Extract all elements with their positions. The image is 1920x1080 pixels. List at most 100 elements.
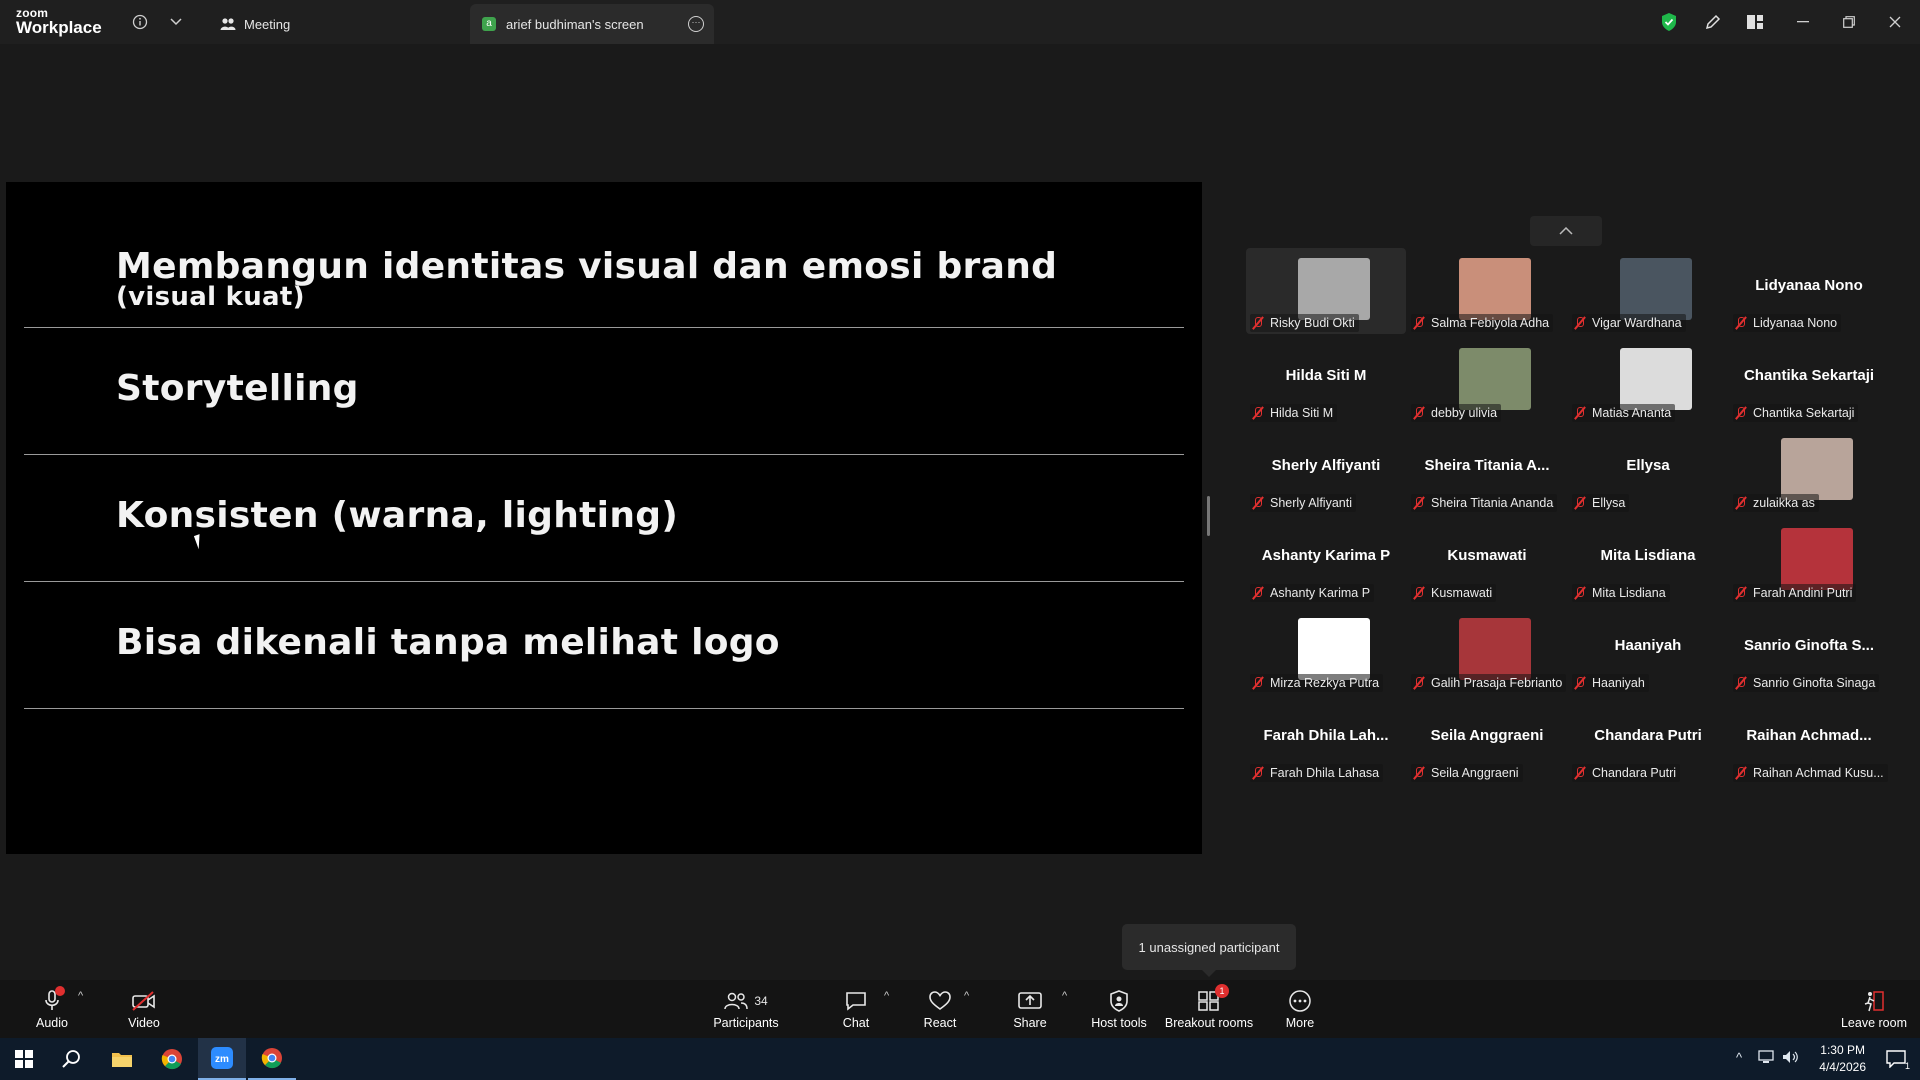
more-options-icon[interactable]: ··· (688, 16, 704, 32)
slide-row: Konsisten (warna, lighting) (24, 455, 1184, 582)
tab-screen-label: arief budhiman's screen (506, 16, 644, 32)
participant-tile[interactable]: Chandara Putri Chandara Putri (1568, 698, 1728, 784)
breakout-rooms-button[interactable]: 1 Breakout rooms (1164, 980, 1254, 1038)
participant-tile[interactable]: Galih Prasaja Febrianto (1407, 608, 1567, 694)
tab-meeting[interactable]: Meeting (214, 4, 454, 44)
host-shield-icon (1109, 988, 1129, 1014)
participant-name: Farah Dhila Lahasa (1270, 766, 1380, 780)
react-button[interactable]: React (920, 980, 960, 1038)
participant-tile[interactable]: Chantika Sekartaji Chantika Sekartaji (1729, 338, 1889, 424)
participants-count: 34 (754, 994, 768, 1008)
tray-chevron-up-icon[interactable]: ^ (1736, 1050, 1742, 1065)
search-icon[interactable] (48, 1038, 96, 1080)
participant-name-label: debby ulivia (1411, 404, 1502, 422)
participant-tile[interactable]: Ashanty Karima P Ashanty Karima P (1246, 518, 1406, 604)
participant-tile[interactable]: Sheira Titania A... Sheira Titania Ananda (1407, 428, 1567, 514)
svg-text:zm: zm (215, 1054, 229, 1065)
chrome-icon[interactable] (248, 1038, 296, 1080)
audio-alert-badge (55, 986, 65, 996)
tooltip-text: 1 unassigned participant (1138, 939, 1280, 955)
participant-tile[interactable]: Lidyanaa Nono Lidyanaa Nono (1729, 248, 1889, 334)
participant-tile[interactable]: Vigar Wardhana (1568, 248, 1728, 334)
panel-resize-handle[interactable] (1207, 496, 1210, 536)
mic-muted-icon (1574, 676, 1586, 690)
file-explorer-icon[interactable] (98, 1038, 146, 1080)
share-button[interactable]: Share (1010, 980, 1050, 1038)
participant-name-label: Galih Prasaja Febrianto (1411, 674, 1567, 692)
annotate-pencil-icon[interactable] (1698, 8, 1728, 36)
participant-video (1459, 348, 1531, 410)
network-icon[interactable] (1758, 1050, 1776, 1067)
participant-tile[interactable]: Hilda Siti M Hilda Siti M (1246, 338, 1406, 424)
mic-muted-icon (1413, 316, 1425, 330)
participant-name-label: Sanrio Ginofta Sinaga (1733, 674, 1880, 692)
video-button[interactable]: Video (122, 980, 166, 1038)
notification-center-icon[interactable]: 1 (1872, 1038, 1920, 1080)
chat-button[interactable]: Chat (836, 980, 876, 1038)
host-tools-button[interactable]: Host tools (1086, 980, 1152, 1038)
chat-options-caret-icon[interactable]: ^ (884, 990, 889, 1002)
participant-name-label: Matias Ananta (1572, 404, 1676, 422)
participants-icon (220, 17, 236, 31)
participant-tile[interactable]: Farah Dhila Lah... Farah Dhila Lahasa (1246, 698, 1406, 784)
participant-name-label: Farah Dhila Lahasa (1250, 764, 1384, 782)
participant-name: Raihan Achmad Kusu... (1753, 766, 1884, 780)
participant-tile[interactable]: debby ulivia (1407, 338, 1567, 424)
participant-name-label: Mirza Rezkya Putra (1250, 674, 1384, 692)
participant-name: Ellysa (1592, 496, 1626, 510)
system-clock[interactable]: 1:30 PM 4/4/2026 (1819, 1042, 1866, 1076)
participant-tile[interactable]: Seila Anggraeni Seila Anggraeni (1407, 698, 1567, 784)
chrome-icon[interactable] (148, 1038, 196, 1080)
tab-shared-screen[interactable]: a arief budhiman's screen ··· (470, 4, 714, 44)
audio-options-caret-icon[interactable]: ^ (78, 990, 83, 1002)
participant-tile[interactable]: Haaniyah Haaniyah (1568, 608, 1728, 694)
participant-video (1781, 438, 1853, 500)
mic-muted-icon (1735, 586, 1747, 600)
participant-tile[interactable]: Mirza Rezkya Putra (1246, 608, 1406, 694)
participant-name-label: Vigar Wardhana (1572, 314, 1686, 332)
participant-tile[interactable]: Matias Ananta (1568, 338, 1728, 424)
view-layout-icon[interactable] (1740, 8, 1770, 36)
participant-tile[interactable]: Sherly Alfiyanti Sherly Alfiyanti (1246, 428, 1406, 514)
shield-icon[interactable] (1654, 8, 1684, 36)
mic-muted-icon (1413, 496, 1425, 510)
info-icon[interactable] (128, 10, 152, 34)
mic-muted-icon (1735, 766, 1747, 780)
mic-muted-icon (1413, 406, 1425, 420)
participant-name: Chandara Putri (1592, 766, 1677, 780)
slide-row: Bisa dikenali tanpa melihat logo (24, 582, 1184, 709)
audio-button[interactable]: Audio (28, 980, 76, 1038)
leave-room-button[interactable]: Leave room (1834, 980, 1914, 1038)
participant-name: Seila Anggraeni (1431, 766, 1519, 780)
participant-name: Salma Febiyola Adha (1431, 316, 1550, 330)
participant-video (1459, 258, 1531, 320)
participant-name-label: Raihan Achmad Kusu... (1733, 764, 1888, 782)
participant-name-label: Haaniyah (1572, 674, 1649, 692)
chevron-down-icon[interactable] (164, 10, 188, 34)
restore-icon[interactable] (1834, 8, 1864, 36)
participant-tile[interactable]: Raihan Achmad... Raihan Achmad Kusu... (1729, 698, 1889, 784)
slide-item-text: Storytelling (116, 368, 359, 409)
slide-item-text: Konsisten (warna, lighting) (116, 495, 679, 536)
minimize-icon[interactable] (1788, 8, 1818, 36)
participant-tile[interactable]: Farah Andini Putri (1729, 518, 1889, 604)
more-button[interactable]: More (1280, 980, 1320, 1038)
participant-tile[interactable]: Risky Budi Okti (1246, 248, 1406, 334)
participant-tile[interactable]: zulaikka as (1729, 428, 1889, 514)
participant-tile[interactable]: Mita Lisdiana Mita Lisdiana (1568, 518, 1728, 604)
participant-name-label: Chandara Putri (1572, 764, 1681, 782)
gallery-scroll-up-button[interactable] (1530, 216, 1602, 246)
close-icon[interactable] (1880, 8, 1910, 36)
zoom-taskbar-icon[interactable]: zm (198, 1038, 246, 1080)
participant-tile[interactable]: Sanrio Ginofta S... Sanrio Ginofta Sinaga (1729, 608, 1889, 694)
windows-start-icon[interactable] (0, 1038, 48, 1080)
participant-tile[interactable]: Salma Febiyola Adha (1407, 248, 1567, 334)
participant-tile[interactable]: Kusmawati Kusmawati (1407, 518, 1567, 604)
react-options-caret-icon[interactable]: ^ (964, 990, 969, 1002)
participant-tile[interactable]: Ellysa Ellysa (1568, 428, 1728, 514)
mic-muted-icon (1252, 586, 1264, 600)
participants-button[interactable]: 34 Participants (708, 980, 784, 1038)
share-options-caret-icon[interactable]: ^ (1062, 990, 1067, 1002)
clock-date: 4/4/2026 (1819, 1060, 1866, 1074)
volume-icon[interactable] (1782, 1050, 1800, 1067)
